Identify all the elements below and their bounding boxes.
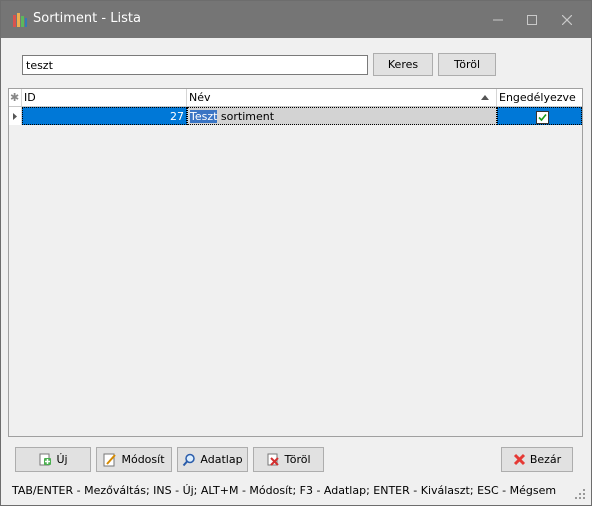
checkmark-icon	[538, 113, 547, 122]
table-row[interactable]: 27 Teszt sortiment	[9, 107, 582, 125]
maximize-icon	[527, 14, 537, 25]
row-indicator	[9, 107, 22, 125]
magnifier-icon	[183, 453, 196, 466]
cell-name[interactable]: Teszt sortiment	[187, 107, 497, 125]
status-bar-text: TAB/ENTER - Mezőváltás; INS - Új; ALT+M …	[12, 484, 557, 497]
column-header-id-label: ID	[24, 91, 36, 104]
app-icon	[13, 13, 27, 27]
new-button[interactable]: Új	[15, 447, 91, 472]
search-button[interactable]: Keres	[373, 53, 433, 76]
cell-enabled[interactable]	[497, 107, 582, 125]
datasheet-button-label: Adatlap	[200, 453, 243, 466]
modify-button[interactable]: Módosít	[96, 447, 172, 472]
sort-ascending-icon	[481, 95, 489, 100]
close-button[interactable]: Bezár	[501, 447, 573, 472]
title-bar[interactable]: Sortiment - Lista	[1, 1, 591, 38]
maximize-button[interactable]	[515, 1, 549, 38]
close-x-icon	[513, 453, 525, 466]
search-button-label: Keres	[387, 58, 419, 71]
search-highlight: Teszt	[190, 110, 218, 123]
clear-search-button-label: Töröl	[453, 58, 481, 71]
delete-button-label: Töröl	[284, 453, 311, 466]
minimize-button[interactable]	[481, 1, 515, 38]
column-header-enabled-label: Engedélyezve	[499, 91, 576, 104]
cell-name-rest: sortiment	[217, 110, 275, 123]
close-button-label: Bezár	[529, 453, 562, 466]
grid-header: ✱ ID Név Engedélyezve	[9, 89, 582, 107]
column-header-name[interactable]: Név	[187, 89, 497, 106]
sortiment-window: Sortiment - Lista Keres Töröl ✱ ID Név	[0, 0, 592, 506]
current-row-arrow-icon	[13, 113, 17, 120]
close-window-button[interactable]	[550, 1, 584, 38]
edit-icon	[103, 453, 117, 466]
resize-grip-icon[interactable]	[575, 489, 585, 499]
enabled-checkbox[interactable]	[536, 111, 549, 124]
delete-icon	[267, 453, 280, 466]
column-header-id[interactable]: ID	[22, 89, 187, 106]
cell-id[interactable]: 27	[22, 107, 187, 125]
new-row-indicator-icon: ✱	[9, 89, 22, 106]
column-header-enabled[interactable]: Engedélyezve	[497, 89, 582, 106]
add-icon	[39, 453, 52, 465]
column-header-name-label: Név	[189, 91, 211, 104]
datasheet-button[interactable]: Adatlap	[177, 447, 248, 472]
clear-search-button[interactable]: Töröl	[438, 53, 496, 76]
minimize-icon	[493, 19, 503, 20]
search-input[interactable]	[22, 55, 368, 75]
results-grid[interactable]: ✱ ID Név Engedélyezve 27 Teszt sortiment	[8, 88, 583, 437]
modify-button-label: Módosít	[121, 453, 165, 466]
delete-button[interactable]: Töröl	[253, 447, 324, 472]
new-button-label: Új	[56, 453, 68, 466]
window-title: Sortiment - Lista	[33, 11, 141, 26]
close-icon	[562, 14, 572, 25]
